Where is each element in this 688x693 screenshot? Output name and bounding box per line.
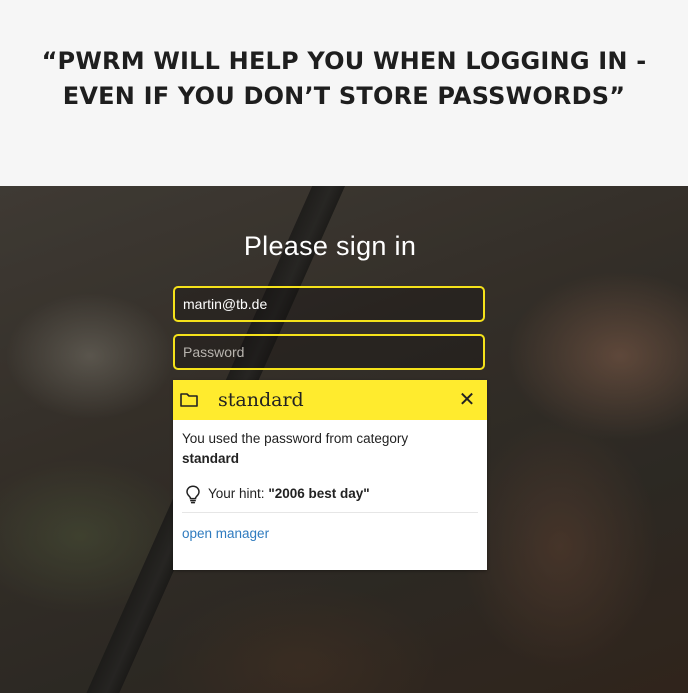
headline-line-1: “PWRM WILL HELP YOU WHEN LOGGING IN - bbox=[41, 47, 647, 75]
category-header: standard ✕ bbox=[173, 380, 487, 420]
password-hint-popup: standard ✕ You used the password from ca… bbox=[173, 380, 487, 570]
divider bbox=[182, 512, 478, 513]
open-manager-link[interactable]: open manager bbox=[182, 526, 269, 541]
sign-in-title: Please sign in bbox=[243, 231, 417, 261]
hint-value: "2006 best day" bbox=[268, 486, 370, 501]
promo-headline: “PWRM WILL HELP YOU WHEN LOGGING IN - EV… bbox=[0, 44, 688, 114]
category-message: You used the password from category stan… bbox=[182, 429, 472, 469]
headline-line-2: EVEN IF YOU DON’T STORE PASSWORDS” bbox=[62, 82, 626, 110]
category-title: standard bbox=[218, 389, 304, 411]
category-message-text: You used the password from category bbox=[182, 431, 409, 446]
promo-header: “PWRM WILL HELP YOU WHEN LOGGING IN - EV… bbox=[0, 0, 688, 186]
password-field[interactable]: Password bbox=[173, 334, 485, 370]
lightbulb-icon bbox=[186, 485, 200, 504]
hint-label: Your hint: bbox=[208, 486, 265, 501]
category-message-name: standard bbox=[182, 451, 240, 466]
close-icon[interactable]: ✕ bbox=[457, 390, 477, 410]
email-field[interactable]: martin@tb.de bbox=[173, 286, 485, 322]
folder-icon bbox=[180, 393, 198, 407]
login-screen: Please sign in martin@tb.de Password sta… bbox=[0, 186, 688, 693]
hint-row: Your hint: "2006 best day" bbox=[182, 484, 482, 504]
